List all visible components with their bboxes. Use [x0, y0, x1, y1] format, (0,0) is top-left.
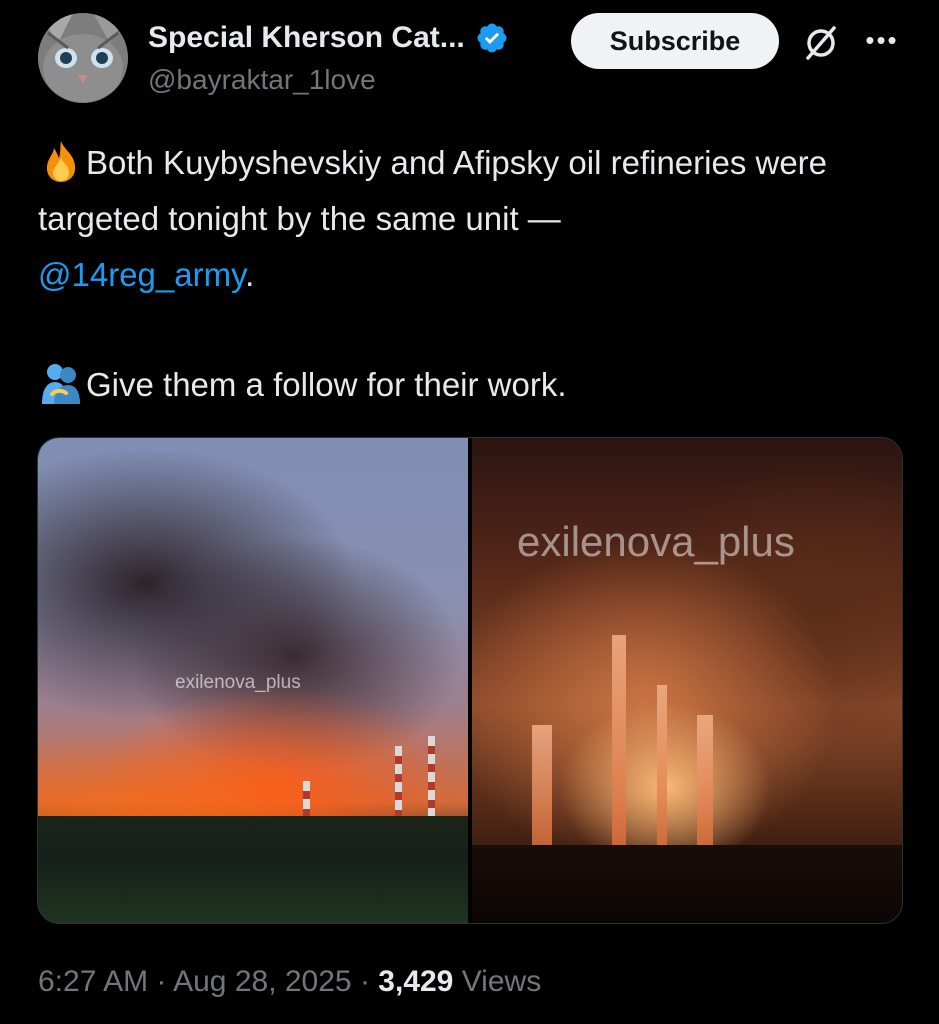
user-handle[interactable]: @bayraktar_1love [148, 64, 376, 96]
tweet-header: Special Kherson Cat... @bayraktar_1love … [0, 0, 939, 110]
views-count[interactable]: 3,429 [378, 965, 453, 998]
tweet-paragraph-2: Give them a follow for their work. [38, 357, 908, 413]
tweet-paragraph-1: Both Kuyby­shevskiy and Afipsky oil refi… [38, 135, 908, 303]
fire-emoji-icon [46, 141, 76, 182]
mention-suffix: . [245, 256, 255, 293]
tweet-date[interactable]: Aug 28, 2025 [173, 965, 352, 998]
tweet-text: Both Kuyby­shevskiy and Afipsky oil refi… [38, 135, 908, 413]
tweet-line-1: Both Kuyby­shevskiy and Afipsky oil refi… [38, 144, 828, 237]
views-label: Views [461, 965, 542, 998]
subscribe-button[interactable]: Subscribe [571, 13, 779, 69]
verified-badge-icon [477, 23, 507, 53]
meta-separator-2: · [359, 965, 370, 998]
meta-separator-1: · [156, 965, 167, 998]
image-watermark-left: exilenova_plus [175, 672, 301, 693]
tweet-time[interactable]: 6:27 AM [38, 965, 148, 998]
image-watermark-right: exilenova_plus [517, 518, 795, 565]
display-name[interactable]: Special Kherson Cat... [148, 21, 465, 55]
mention-link[interactable]: @14reg_army [38, 256, 245, 293]
display-name-row: Special Kherson Cat... [148, 18, 509, 58]
tweet-metadata: 6:27 AM · Aug 28, 2025 · 3,429 Views [38, 965, 541, 999]
media-image-right[interactable] [472, 438, 902, 923]
cat-avatar-image [38, 13, 128, 103]
people-hugging-emoji-icon [42, 364, 80, 404]
tweet-line-2: Give them a follow for their work. [86, 366, 567, 403]
grok-icon[interactable] [800, 22, 842, 64]
more-options-icon[interactable]: ••• [860, 27, 904, 53]
media-gallery [37, 437, 903, 924]
avatar[interactable] [38, 13, 128, 103]
